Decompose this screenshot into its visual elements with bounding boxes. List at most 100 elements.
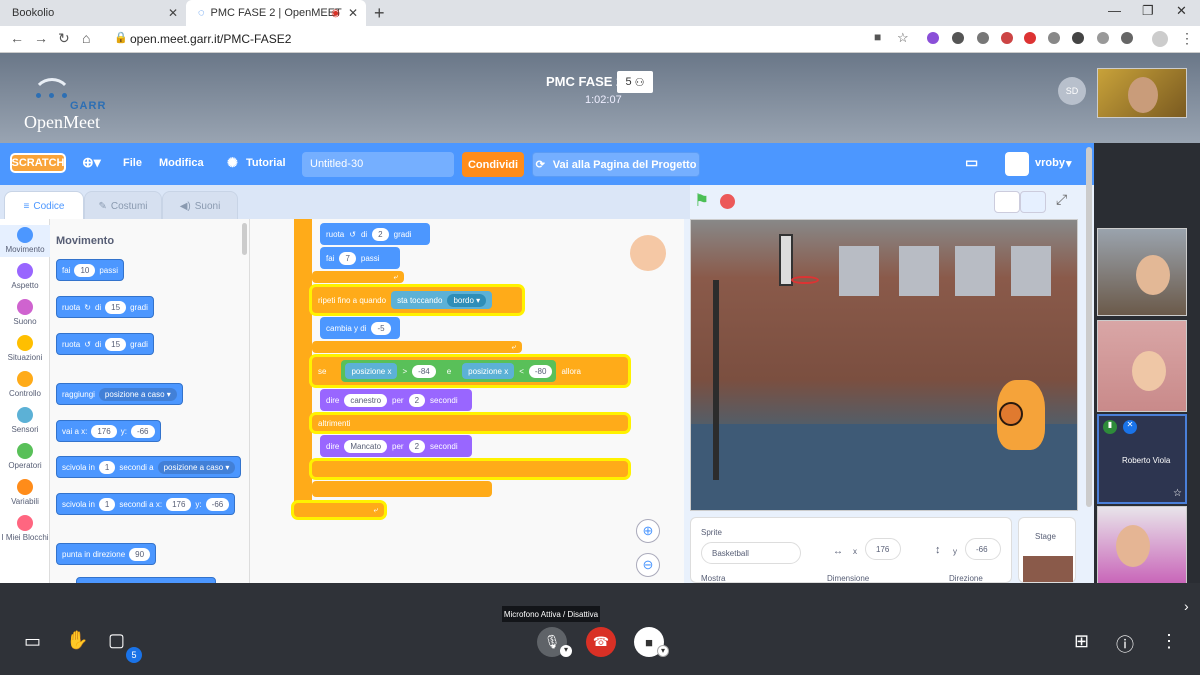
chevron-down-icon[interactable]: ▾ [560,645,572,657]
block-glide-to[interactable]: scivola in 1 secondi a posizione a caso ▾ [56,456,242,478]
category-variables[interactable]: Variabili [0,479,50,506]
block-input[interactable]: 2 [372,227,389,241]
chevron-right-icon[interactable]: › [1184,598,1189,614]
editor-scrollbar[interactable] [1086,147,1092,507]
script-repeat-until[interactable]: ripeti fino a quando sta toccando bordo ▾ [312,287,522,313]
sprite-name-input[interactable]: Basketball [701,542,801,564]
block-turn-right[interactable]: ruota ↻ di 15 gradi [56,296,154,318]
new-tab-icon[interactable]: + [374,3,385,24]
block-input[interactable]: -80 [528,364,553,378]
script-turn-left[interactable]: ruota ↺ di 2 gradi [320,223,430,245]
category-sensing[interactable]: Sensori [0,407,50,434]
camera-icon[interactable]: ■ [874,30,881,44]
category-operators[interactable]: Operatori [0,443,50,470]
tile-view-icon[interactable]: ⊞ [1074,631,1089,652]
restore-icon[interactable]: ❐ [1142,3,1154,19]
script-say-mancato[interactable]: dire Mancato per 2 secondi [320,435,472,457]
minimize-icon[interactable]: — [1108,3,1121,18]
script-else[interactable]: altrimenti [312,415,628,431]
block-goto-xy[interactable]: vai a x: 176 y: -66 [56,420,161,442]
tab-costumes[interactable]: ✎ Costumi [84,191,162,221]
project-title-input[interactable]: Untitled-30 [302,152,454,177]
sprite-y-input[interactable]: -66 [965,538,1001,560]
extension-icon[interactable] [1121,32,1133,44]
large-stage-icon[interactable] [1020,191,1046,213]
shield-icon[interactable] [1048,32,1060,44]
video-thumbnail-participant[interactable] [1097,320,1187,412]
category-events[interactable]: Situazioni [0,335,50,362]
username[interactable]: vroby [1035,157,1065,169]
category-control[interactable]: Controllo [0,371,50,398]
scratch-logo[interactable]: SCRATCH [10,153,66,173]
stage-selector[interactable]: Stage [1018,517,1076,583]
menu-edit[interactable]: Modifica [159,157,204,169]
category-motion[interactable]: Movimento [0,225,50,257]
info-icon[interactable]: ⓘ [1116,631,1134,657]
zoom-in-icon[interactable]: ⊕ [636,519,660,543]
raise-hand-icon[interactable]: ✋ [66,630,88,651]
profile-icon[interactable] [1152,31,1168,47]
bookmark-star-icon[interactable]: ☆ [897,30,909,46]
block-input[interactable]: 2 [408,393,426,407]
menu-file[interactable]: File [123,157,142,169]
folder-icon[interactable]: ▭ [965,154,978,171]
extension-icon[interactable] [1001,32,1013,44]
sensing-touching[interactable]: sta toccando bordo ▾ [391,291,493,309]
block-dropdown[interactable]: posizione a caso ▾ [98,387,177,401]
block-input[interactable]: 1 [98,497,116,511]
chevron-down-icon[interactable]: ▾ [1066,157,1072,170]
back-icon[interactable]: ← [10,30,24,46]
script-say-canestro[interactable]: dire canestro per 2 secondi [320,389,472,411]
category-looks[interactable]: Aspetto [0,263,50,290]
tab-bookolio[interactable]: Bookolio ✕ [0,0,186,26]
sensing-x-position[interactable]: posizione x [345,363,398,379]
block-input[interactable]: 2 [408,439,426,453]
script-move-steps[interactable]: fai 7 passi [320,247,400,269]
stage-canvas[interactable] [690,219,1078,511]
block-goto[interactable]: raggiungi posizione a caso ▾ [56,383,183,405]
avatar[interactable]: SD [1058,77,1086,105]
share-button[interactable]: Condividi [462,152,524,177]
block-dropdown[interactable]: bordo ▾ [447,293,487,307]
close-window-icon[interactable]: ✕ [1176,3,1187,19]
more-options-icon[interactable]: ⋮ [1160,631,1178,652]
participants-badge[interactable]: 5 ⚇ [617,71,653,93]
stop-icon[interactable] [720,194,735,209]
block-point-direction[interactable]: punta in direzione 90 [56,543,157,565]
pinterest-icon[interactable] [1024,32,1036,44]
block-dropdown[interactable]: posizione a caso ▾ [157,460,236,474]
block-input[interactable]: 15 [105,300,127,314]
block-input[interactable]: 90 [129,547,151,561]
control-block-frame[interactable] [294,219,312,519]
hangup-button[interactable]: ☎ [586,627,616,657]
block-input[interactable]: 1 [98,460,116,474]
chat-icon[interactable]: ▢ [108,630,125,651]
small-stage-icon[interactable] [994,191,1020,213]
script-change-y[interactable]: cambia y di -5 [320,317,400,339]
globe-icon[interactable]: ⊕▾ [82,154,101,171]
home-icon[interactable]: ⌂ [82,30,90,46]
block-input[interactable]: 176 [91,424,117,438]
tab-openmeet[interactable]: ◌ PMC FASE 2 | OpenMEET ◉ ✕ [186,0,366,26]
category-my-blocks[interactable]: I Miei Blocchi [0,515,50,542]
extension-icon[interactable] [927,32,939,44]
video-thumbnail-participant[interactable] [1097,228,1187,316]
block-glide-xy[interactable]: scivola in 1 secondi a x: 176 y: -66 [56,493,236,515]
block-input[interactable]: -66 [205,497,230,511]
script-if-else[interactable]: se posizione x > -84 e posizione x < -80… [312,357,628,385]
block-input[interactable]: Mancato [344,439,388,453]
fullscreen-icon[interactable]: ⤢ [1056,191,1067,208]
pin-star-icon[interactable]: ☆ [1173,488,1182,499]
block-move-steps[interactable]: fai 10 passi [56,259,125,281]
menu-dots-icon[interactable]: ⋮ [1180,30,1194,47]
forward-icon[interactable]: → [34,30,48,46]
block-input[interactable]: 7 [339,251,356,265]
close-icon[interactable]: ✕ [348,6,358,20]
operator-and[interactable]: posizione x > -84 e posizione x < -80 [341,360,557,382]
url-field[interactable]: open.meet.garr.it/PMC-FASE2 [130,32,291,46]
tab-sounds[interactable]: ◀) Suoni [162,191,238,221]
block-input[interactable]: 176 [166,497,192,511]
menu-tutorial[interactable]: Tutorial [246,157,286,169]
chevron-down-icon[interactable]: ▾ [657,645,669,657]
user-avatar[interactable] [1005,152,1029,176]
